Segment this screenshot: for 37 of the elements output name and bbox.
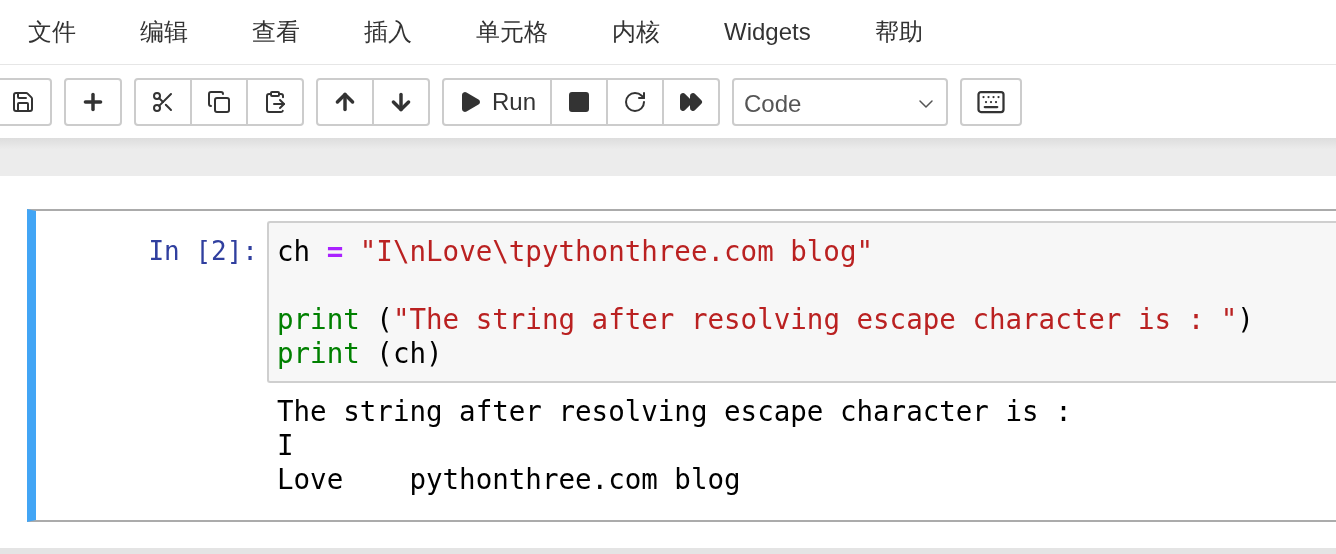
stop-button[interactable]	[550, 78, 609, 126]
scissors-icon	[151, 90, 175, 114]
paste-button[interactable]	[246, 78, 304, 126]
code-line: print ("The string after resolving escape character is : ")	[277, 302, 1255, 336]
cell-type-select[interactable]: Code	[732, 78, 949, 126]
save-button[interactable]	[0, 78, 52, 126]
code-line: ch = "I\nLove\tpythonthree.com blog"	[277, 234, 875, 268]
code-editor[interactable]: ch = "I\nLove\tpythonthree.com blog" print ("The string after resolving escape character is : ") print (ch)	[267, 221, 1336, 383]
add-cell-button[interactable]	[64, 78, 122, 126]
code-cell[interactable]: In [2]: ch = "I\nLove\tpythonthree.com blog" print ("The string after resolving escape character is : ") print (ch) The string after resolving escape character is : I Love pythonthree.com blog	[27, 209, 1336, 522]
code-line: print (ch)	[277, 336, 444, 370]
run-button[interactable]: Run	[442, 78, 553, 126]
menu-item[interactable]: Widgets	[724, 18, 811, 46]
menu-item[interactable]: 单元格	[476, 16, 548, 48]
output-line: I	[277, 428, 295, 462]
fast-forward-icon	[679, 90, 704, 114]
move-down-button[interactable]	[372, 78, 430, 126]
copy-button[interactable]	[190, 78, 248, 126]
copy-icon	[207, 90, 231, 114]
keyboard-button[interactable]	[960, 78, 1023, 126]
stop-icon	[567, 90, 592, 114]
menu-item[interactable]: 帮助	[874, 16, 923, 48]
input-prompt: In [2]:	[147, 235, 259, 268]
menu-item[interactable]: 查看	[252, 16, 300, 48]
menu-item[interactable]: 内核	[612, 16, 660, 48]
restart-icon	[623, 90, 648, 114]
paste-icon	[263, 90, 287, 114]
move-up-button[interactable]	[316, 78, 374, 126]
menu-item[interactable]: 插入	[364, 16, 412, 48]
output-line: Love pythonthree.com blog	[277, 462, 742, 496]
run-all-button[interactable]	[662, 78, 721, 126]
cut-button[interactable]	[134, 78, 192, 126]
restart-button[interactable]	[606, 78, 665, 126]
save-icon	[11, 90, 35, 114]
output-line: The string after resolving escape character is :	[277, 394, 1073, 428]
menu-item[interactable]: 文件	[28, 16, 76, 48]
menu-item[interactable]: 编辑	[140, 16, 188, 48]
